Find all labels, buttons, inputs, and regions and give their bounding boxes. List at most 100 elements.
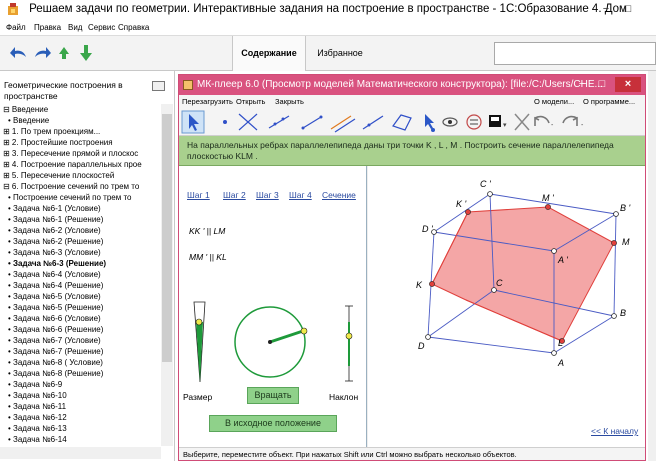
tree-item[interactable]: • Задача №6-1 (Условие) xyxy=(8,203,101,214)
tree-item[interactable]: • Задача №6-8 (Решение) xyxy=(8,368,103,379)
tree-item[interactable]: • Задача №6-4 (Решение) xyxy=(8,280,103,291)
point-tool-icon[interactable] xyxy=(223,120,227,124)
rotate-button[interactable]: Вращать xyxy=(247,387,299,404)
tree-item[interactable]: ⊞ 3. Пересечение прямой и плоскос xyxy=(3,148,138,159)
tree-item[interactable]: • Задача №6-10 xyxy=(8,390,67,401)
mk-menu-about-program[interactable]: О программе... xyxy=(583,97,635,106)
label-c: C xyxy=(496,278,503,288)
tree-item[interactable]: • Задача №6-7 (Решение) xyxy=(8,346,103,357)
move-tool-icon[interactable] xyxy=(425,114,435,132)
section-polygon[interactable] xyxy=(431,206,615,342)
minimize-button[interactable]: − xyxy=(598,2,614,16)
step-4-link[interactable]: Шаг 4 xyxy=(289,190,312,200)
step-3-link[interactable]: Шаг 3 xyxy=(256,190,279,200)
tree-item[interactable]: • Задача №6-5 (Решение) xyxy=(8,302,103,313)
tree-item[interactable]: • Задача №6-15 xyxy=(8,445,67,446)
label-m: M xyxy=(622,237,630,247)
intersection-tool-icon[interactable] xyxy=(238,113,258,131)
line-tool-icon[interactable] xyxy=(268,115,290,129)
tree-item[interactable]: • Задача №6-6 (Условие) xyxy=(8,313,101,324)
mk-maximize-button[interactable]: □ xyxy=(593,77,611,92)
label-k: K xyxy=(416,280,423,290)
polygon-tool-icon[interactable] xyxy=(392,114,412,131)
tree-item[interactable]: • Задача №6-3 (Условие) xyxy=(8,247,101,258)
tilt-slider-handle[interactable] xyxy=(345,332,353,340)
tree-item[interactable]: • Задача №6-5 (Условие) xyxy=(8,291,101,302)
drawing-canvas[interactable]: C ' K ' M ' B ' D ' M A ' K C B L D A xyxy=(368,166,645,447)
menu-file[interactable]: Файл xyxy=(6,23,26,32)
search-input[interactable] xyxy=(494,42,656,65)
tree-item[interactable]: • Построение сечений по трем то xyxy=(8,192,131,203)
parallel-tool-icon[interactable] xyxy=(330,115,356,133)
mk-menu-close[interactable]: Закрыть xyxy=(275,97,304,106)
tree-item[interactable]: • Задача №6-13 xyxy=(8,423,67,434)
tree-item[interactable]: ⊞ 2. Простейшие построения xyxy=(3,137,113,148)
mk-menu-about-model[interactable]: О модели... xyxy=(534,97,574,106)
forward-arrow-icon[interactable] xyxy=(32,43,52,63)
tree-item[interactable]: • Задача №6-9 xyxy=(8,379,62,390)
tree-item[interactable]: • Задача №6-14 xyxy=(8,434,67,445)
tree-item[interactable]: ⊞ 1. По трем проекциям... xyxy=(3,126,100,137)
label-a-prime: A ' xyxy=(557,255,568,265)
sidebar-scroll-thumb[interactable] xyxy=(162,114,172,362)
window-title: Решаем задачи по геометрии. Интерактивны… xyxy=(29,3,627,15)
tree-item[interactable]: • Задача №6-11 xyxy=(8,401,66,412)
size-slider-handle[interactable] xyxy=(195,318,203,326)
mk-minimize-button[interactable]: − xyxy=(573,77,591,92)
tree-item[interactable]: • Задача №6-7 (Условие) xyxy=(8,335,101,346)
label-d: D xyxy=(418,341,425,351)
tree-item[interactable]: • Задача №6-2 (Условие) xyxy=(8,225,101,236)
menu-edit[interactable]: Правка xyxy=(34,23,61,32)
mk-menu-bar: Перезагрузить Открыть Закрыть О модели..… xyxy=(179,95,645,108)
tree-item[interactable]: ⊞ 4. Построение параллельных прое xyxy=(3,159,142,170)
up-arrow-icon[interactable] xyxy=(54,43,74,63)
tab-contents[interactable]: Содержание xyxy=(232,36,306,71)
segment-tool-icon[interactable] xyxy=(301,115,323,130)
status-text: Выберите, переместите объект. При нажаты… xyxy=(183,450,517,459)
maximize-button[interactable]: □ xyxy=(620,2,636,16)
tree-item[interactable]: ⊞ 5. Пересечение плоскостей xyxy=(3,170,114,181)
tree-item[interactable]: • Задача №6-12 xyxy=(8,412,67,423)
eye-tool-icon[interactable] xyxy=(442,117,458,127)
tree-item[interactable]: ⊟ Введение xyxy=(3,104,48,115)
label-c-prime: C ' xyxy=(480,179,491,189)
formula-kk-parallel-lm: KK ' || LM xyxy=(189,226,226,236)
sidebar-toggle-button[interactable] xyxy=(152,81,165,91)
back-arrow-icon[interactable] xyxy=(9,43,29,63)
mk-menu-reload[interactable]: Перезагрузить xyxy=(182,97,233,106)
tree-item[interactable]: • Задача №6-6 (Решение) xyxy=(8,324,103,335)
tree-item[interactable]: • Задача №6-1 (Решение) xyxy=(8,214,103,225)
rotation-dial[interactable] xyxy=(234,306,308,378)
size-slider[interactable] xyxy=(193,301,206,383)
step-2-link[interactable]: Шаг 2 xyxy=(223,190,246,200)
sidebar-scrollbar[interactable] xyxy=(161,104,173,446)
redo-icon[interactable] xyxy=(562,115,578,126)
tree-item[interactable]: • Задача №6-3 (Решение) xyxy=(8,258,106,269)
tree-item[interactable]: • Введение xyxy=(8,115,49,126)
step-1-link[interactable]: Шаг 1 xyxy=(187,190,210,200)
delete-tool-icon[interactable] xyxy=(514,113,530,131)
ray-tool-icon[interactable] xyxy=(362,115,384,130)
tree-item[interactable]: • Задача №6-2 (Решение) xyxy=(8,236,103,247)
mk-close-button[interactable]: × xyxy=(615,77,641,92)
tab-favorites[interactable]: Избранное xyxy=(306,36,374,71)
back-to-start-link[interactable]: << К началу xyxy=(591,426,638,436)
tree-item[interactable]: ⊟ 6. Построение сечений по трем то xyxy=(3,181,139,192)
text-tool-icon[interactable] xyxy=(466,114,482,130)
down-arrow-icon[interactable] xyxy=(76,43,96,63)
color-tool-icon[interactable] xyxy=(489,115,501,127)
menu-help[interactable]: Справка xyxy=(118,23,149,32)
undo-icon[interactable] xyxy=(534,115,550,126)
contents-tree: ⊟ Введение • Введение ⊞ 1. По трем проекци… xyxy=(0,104,164,446)
main-scrollbar[interactable] xyxy=(648,71,656,461)
section-link[interactable]: Сечение xyxy=(322,190,356,200)
tree-item[interactable]: • Задача №6-8 ( Условие) xyxy=(8,357,103,368)
menu-view[interactable]: Вид xyxy=(68,23,82,32)
rotation-handle[interactable] xyxy=(300,327,308,335)
mk-menu-open[interactable]: Открыть xyxy=(236,97,265,106)
menu-service[interactable]: Сервис xyxy=(88,23,115,32)
tree-item[interactable]: • Задача №6-4 (Условие) xyxy=(8,269,101,280)
tilt-slider[interactable] xyxy=(345,305,353,382)
sidebar-horizontal-scrollbar[interactable] xyxy=(0,447,161,459)
reset-position-button[interactable]: В исходное положение xyxy=(209,415,337,432)
